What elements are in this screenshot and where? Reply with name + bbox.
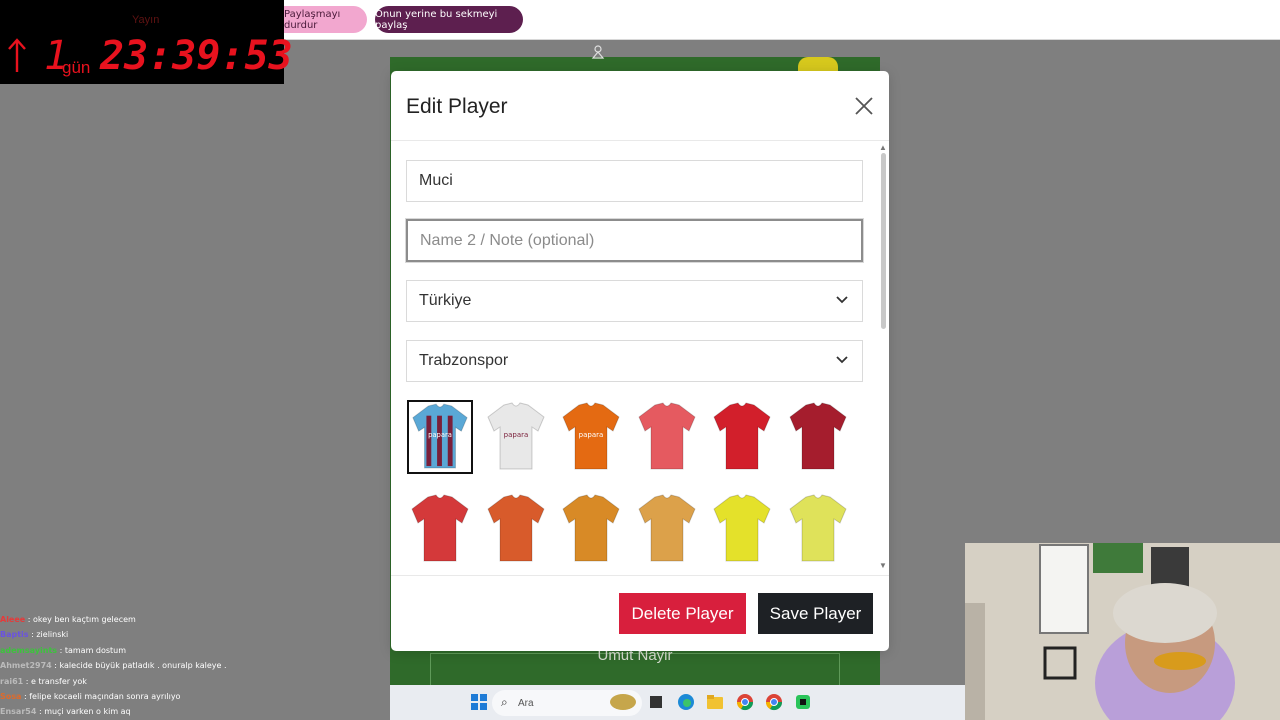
chat-username: Baptis	[0, 630, 29, 640]
timer-clock: 23:39:53	[100, 33, 293, 79]
timer-label: Yayın	[132, 14, 160, 26]
jersey-icon: papara	[487, 402, 545, 470]
jersey-icon: papara	[562, 402, 620, 470]
kit-option-maroon[interactable]	[785, 400, 851, 474]
modal-title: Edit Player	[406, 95, 508, 118]
chat-text: : felipe kocaeli maçından sonra ayrılıyo	[21, 691, 181, 701]
windows-start-icon[interactable]	[470, 693, 488, 711]
player-note-input[interactable]: Name 2 / Note (optional)	[406, 219, 863, 262]
taskbar-search-placeholder: Ara	[518, 697, 534, 709]
chat-text: : okey ben kaçtım gelecem	[25, 615, 136, 624]
kit-option-gold[interactable]	[634, 492, 700, 566]
webcam-image	[965, 543, 1280, 720]
stream-timer: Yayın 1 gün 23:39:53	[0, 0, 293, 84]
jersey-icon	[713, 402, 771, 470]
app-icon[interactable]	[794, 693, 812, 711]
jersey-icon	[638, 494, 696, 562]
task-view-icon[interactable]	[647, 693, 665, 711]
share-bar: Paylaşmayı durdur Onun yerine bu sekmeyi…	[284, 0, 1280, 40]
chat-message: Aleee : okey ben kaçtım gelecem	[0, 612, 390, 627]
scroll-down-icon[interactable]: ▼	[879, 561, 887, 570]
kit-option-yellow[interactable]	[709, 492, 775, 566]
chat-username: Sosa	[0, 691, 22, 701]
jersey-icon	[789, 402, 847, 470]
jersey-icon	[713, 494, 771, 562]
kit-sponsor-label: papara	[579, 431, 604, 439]
modal-scrollbar[interactable]	[881, 153, 886, 329]
close-icon[interactable]	[853, 95, 875, 117]
jersey-icon	[638, 402, 696, 470]
chat-text: : zielinski	[28, 630, 69, 640]
kit-option-white[interactable]: papara	[483, 400, 549, 474]
player-note-placeholder: Name 2 / Note (optional)	[420, 231, 595, 249]
chat-message: rai61 : e transfer yok	[0, 674, 390, 689]
club-value: Trabzonspor	[419, 352, 509, 369]
chrome-icon[interactable]	[736, 693, 754, 711]
jersey-icon	[487, 494, 545, 562]
chat-message: Sosa : felipe kocaeli maçından sonra ayr…	[0, 689, 390, 704]
stop-sharing-button[interactable]: Paylaşmayı durdur	[284, 6, 367, 33]
webcam-feed	[965, 543, 1280, 720]
scroll-up-icon[interactable]: ▲	[879, 143, 887, 152]
chat-message: ademsayints : tamam dostum	[0, 643, 390, 658]
kit-sponsor-label: papara	[428, 431, 452, 439]
kit-sponsor-label: papara	[504, 431, 529, 439]
stream-chat: Aleee : okey ben kaçtım gelecem Baptis : …	[0, 612, 390, 720]
chat-text: : kalecide büyük patladık . onuralp kale…	[51, 661, 227, 671]
kit-option-home[interactable]: papara	[407, 400, 473, 474]
kit-option-red[interactable]	[709, 400, 775, 474]
kit-option-dark-gold[interactable]	[558, 492, 624, 566]
kit-option-coral[interactable]	[634, 400, 700, 474]
chevron-down-icon	[836, 356, 848, 364]
chat-message: Ensar54 : muçi varken o kim aq	[0, 704, 390, 719]
chat-username: Aleee	[0, 615, 26, 624]
chat-text: : e transfer yok	[23, 676, 87, 686]
chat-username: rai61	[0, 676, 24, 686]
nationality-select[interactable]: Türkiye	[406, 280, 863, 322]
save-player-button[interactable]: Save Player	[758, 593, 873, 634]
chat-username: ademsayints	[0, 645, 58, 655]
chat-message: Baptis : zielinski	[0, 627, 390, 642]
modal-footer: Delete Player Save Player	[391, 575, 889, 651]
jersey-icon	[411, 494, 469, 562]
edge-icon[interactable]	[677, 693, 695, 711]
arrow-up-icon	[8, 38, 26, 72]
modal-header: Edit Player	[391, 71, 889, 141]
modal-body: Muci Name 2 / Note (optional) Türkiye Tr…	[391, 143, 889, 575]
folder-icon[interactable]	[706, 693, 724, 711]
share-this-tab-button[interactable]: Onun yerine bu sekmeyi paylaş	[375, 6, 523, 33]
kit-option-burnt-orange[interactable]	[483, 492, 549, 566]
chat-username: Ensar54	[0, 707, 37, 717]
edit-player-modal: Edit Player Muci Name 2 / Note (optional…	[391, 71, 889, 651]
cursor-icon	[591, 45, 605, 59]
club-select[interactable]: Trabzonspor	[406, 340, 863, 382]
player-name-input[interactable]: Muci	[406, 160, 863, 202]
chat-message: Ahmet2974 : kalecide büyük patladık . on…	[0, 658, 390, 673]
timer-days-unit: gün	[62, 58, 91, 77]
jersey-icon	[562, 494, 620, 562]
chat-username: Ahmet2974	[0, 661, 52, 671]
chevron-down-icon	[836, 296, 848, 304]
pitch-player-shirt[interactable]	[798, 57, 838, 71]
search-icon: ⌕	[501, 695, 508, 709]
kit-option-orange[interactable]: papara	[558, 400, 624, 474]
chrome-icon[interactable]	[765, 693, 783, 711]
widget-icon[interactable]	[608, 693, 638, 711]
taskbar: ⌕ Ara	[390, 685, 965, 720]
player-name-value: Muci	[419, 172, 453, 189]
jersey-icon	[789, 494, 847, 562]
chat-text: : muçi varken o kim aq	[36, 707, 131, 717]
chat-text: : tamam dostum	[57, 645, 127, 655]
jersey-icon: papara	[412, 403, 468, 469]
delete-player-button[interactable]: Delete Player	[619, 593, 746, 634]
kit-option-light-yellow[interactable]	[785, 492, 851, 566]
kit-option-red-2[interactable]	[407, 492, 473, 566]
nationality-value: Türkiye	[419, 292, 472, 309]
